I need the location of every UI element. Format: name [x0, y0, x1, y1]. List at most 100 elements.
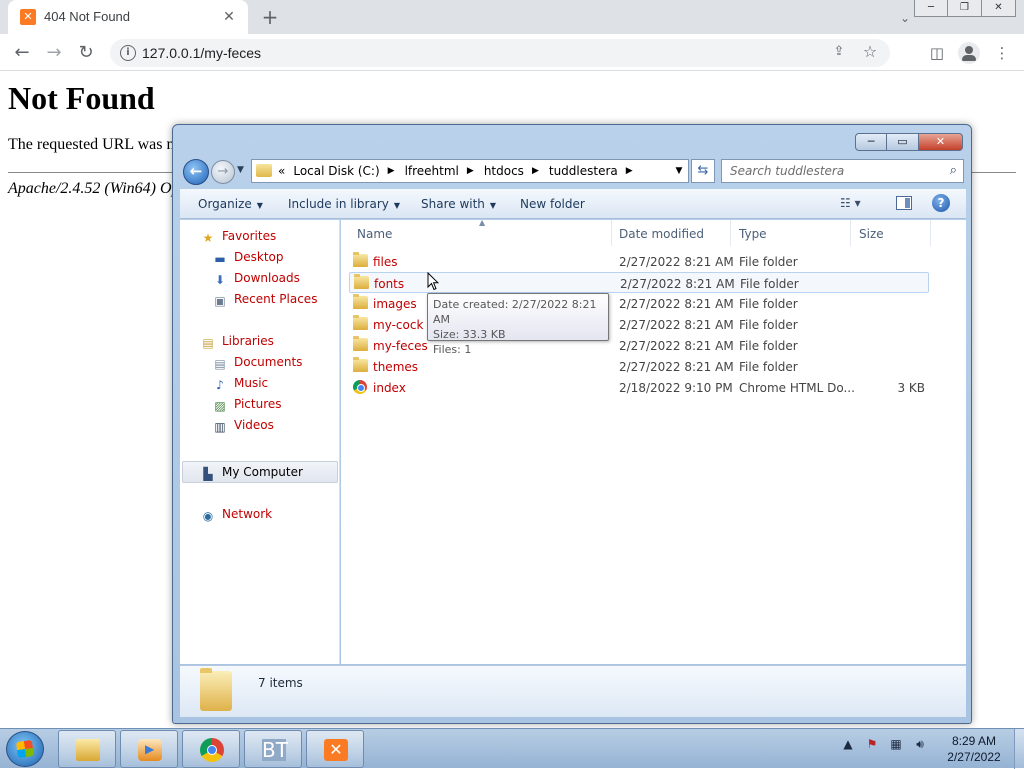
start-button[interactable]	[6, 731, 44, 767]
file-type: File folder	[739, 339, 798, 353]
nav-music[interactable]: ♪ Music	[212, 376, 268, 392]
refresh-icon[interactable]: ⇆	[691, 159, 715, 183]
close-icon[interactable]: ✕	[982, 0, 1016, 17]
nav-label: Network	[222, 507, 273, 521]
taskbar-media-player-button[interactable]	[120, 730, 178, 768]
change-view-icon[interactable]: ☷ ▾	[840, 196, 861, 210]
minimize-icon[interactable]: ─	[914, 0, 948, 17]
forward-arrow-icon[interactable]: →	[211, 160, 235, 184]
chrome-file-icon	[353, 380, 367, 394]
nav-label: Downloads	[234, 271, 300, 285]
volume-icon[interactable]: 🔊︎	[912, 737, 928, 752]
site-info-icon[interactable]: i	[120, 45, 136, 61]
share-icon[interactable]: ⇪	[830, 44, 848, 62]
taskbar-xampp-button[interactable]: ✕	[306, 730, 364, 768]
network-tray-icon[interactable]: ▦	[888, 737, 904, 752]
tab-close-icon[interactable]: ✕	[220, 8, 238, 26]
bookmark-star-icon[interactable]: ☆	[860, 42, 880, 62]
side-panel-icon[interactable]: ◫	[926, 42, 948, 64]
close-icon[interactable]: ✕	[919, 133, 963, 151]
breadcrumb-overflow[interactable]: «	[278, 164, 285, 178]
share-with-button[interactable]: Share with ▼	[421, 197, 496, 211]
recent-pages-icon[interactable]: ▼	[237, 165, 244, 175]
clock-time: 8:29 AM	[951, 734, 997, 748]
nav-recent-places[interactable]: ▣ Recent Places	[212, 292, 317, 308]
minimize-icon[interactable]: ─	[855, 133, 887, 151]
tab-search-icon[interactable]: ⌄	[895, 8, 915, 28]
forward-icon[interactable]: →	[42, 41, 66, 65]
table-row[interactable]: themes 2/27/2022 8:21 AM File folder	[349, 356, 921, 377]
xampp-icon: ✕	[324, 739, 348, 761]
taskbar-bt-button[interactable]: BT	[244, 730, 302, 768]
file-type: File folder	[739, 255, 798, 269]
browser-tab[interactable]: ✕ 404 Not Found ✕	[8, 0, 248, 34]
explorer-address-bar[interactable]: « Local Disk (C:) ▶ lfreehtml ▶ htdocs ▶…	[251, 159, 689, 183]
system-clock[interactable]: 8:29 AM 2/27/2022	[942, 733, 1006, 765]
maximize-icon[interactable]: ▭	[887, 133, 919, 151]
chevron-right-icon[interactable]: ▶	[532, 166, 539, 176]
reload-icon[interactable]: ↻	[74, 41, 98, 65]
table-row[interactable]: files 2/27/2022 8:21 AM File folder	[349, 251, 921, 272]
nav-downloads[interactable]: ⬇ Downloads	[212, 271, 300, 287]
back-arrow-icon[interactable]: ←	[183, 159, 209, 185]
column-header-size[interactable]: Size	[851, 220, 931, 246]
help-icon[interactable]: ?	[932, 194, 950, 212]
tooltip-date-created: Date created: 2/27/2022 8:21 AM	[433, 298, 597, 326]
taskbar-explorer-button[interactable]	[58, 730, 116, 768]
nav-my-computer[interactable]: ▙ My Computer	[200, 465, 303, 481]
chevron-right-icon[interactable]: ▶	[626, 166, 633, 176]
breadcrumb-htdocs[interactable]: htdocs	[484, 164, 524, 178]
restore-icon[interactable]: ❐	[948, 0, 982, 17]
breadcrumb-tuddlestera[interactable]: tuddlestera	[549, 164, 618, 178]
action-center-icon[interactable]: ⚑	[864, 737, 880, 752]
nav-libraries[interactable]: ▤ Libraries	[200, 334, 274, 350]
show-hidden-icons-icon[interactable]: ▲	[840, 737, 856, 752]
taskbar-chrome-button[interactable]	[182, 730, 240, 768]
search-input[interactable]: Search tuddlestera ⌕	[721, 159, 964, 183]
nav-label: Videos	[234, 418, 274, 432]
nav-label: My Computer	[222, 465, 303, 479]
chevron-right-icon[interactable]: ▶	[467, 166, 474, 176]
chevron-right-icon[interactable]: ▶	[388, 166, 395, 176]
pictures-icon: ▨	[214, 399, 226, 413]
breadcrumb-lfreehtml[interactable]: lfreehtml	[405, 164, 459, 178]
column-header-date[interactable]: Date modified	[611, 220, 731, 246]
back-icon[interactable]: ←	[10, 41, 34, 65]
table-row[interactable]: index 2/18/2022 9:10 PM Chrome HTML Do..…	[349, 377, 925, 398]
new-tab-icon[interactable]: +	[258, 5, 282, 29]
nav-desktop[interactable]: ▬ Desktop	[212, 250, 283, 266]
preview-pane-icon[interactable]	[896, 196, 912, 210]
address-bar[interactable]: i 127.0.0.1/my-feces ⇪ ☆	[110, 39, 890, 67]
browser-toolbar: ← → ↻ i 127.0.0.1/my-feces ⇪ ☆ ◫ ⋮	[0, 34, 1024, 71]
folder-icon	[353, 315, 368, 330]
nav-network[interactable]: ◉ Network	[200, 507, 272, 523]
nav-favorites[interactable]: ★ Favorites	[200, 229, 277, 245]
chevron-down-icon[interactable]: ▼	[672, 163, 686, 179]
chrome-icon	[200, 738, 224, 762]
computer-icon: ▙	[203, 467, 213, 481]
search-icon[interactable]: ⌕	[950, 163, 957, 178]
url-text[interactable]: 127.0.0.1/my-feces	[142, 45, 261, 61]
nav-videos[interactable]: ▥ Videos	[212, 418, 274, 434]
file-name: themes	[373, 360, 419, 374]
organize-button[interactable]: Organize ▼	[198, 197, 263, 211]
file-name: files	[373, 255, 398, 269]
chevron-down-icon: ▼	[489, 201, 497, 210]
breadcrumb-local-disk[interactable]: Local Disk (C:)	[293, 164, 379, 178]
file-type: File folder	[739, 360, 798, 374]
profile-icon[interactable]	[958, 42, 980, 64]
column-header-name[interactable]: Name ▲	[349, 218, 612, 246]
browser-tabstrip: ✕ 404 Not Found ✕ + ⌄ ─ ❐ ✕	[0, 0, 1024, 34]
column-header-type[interactable]: Type	[731, 220, 851, 246]
sort-ascending-icon: ▲	[479, 218, 486, 227]
nav-pictures[interactable]: ▨ Pictures	[212, 397, 281, 413]
chevron-down-icon: ▼	[256, 201, 263, 210]
folder-tooltip: Date created: 2/27/2022 8:21 AM Size: 33…	[427, 293, 609, 356]
include-in-library-button[interactable]: Include in library ▼	[288, 197, 400, 211]
new-folder-button[interactable]: New folder	[520, 197, 585, 211]
explorer-window: ─ ▭ ✕ ← → ▼ « Local Disk (C:) ▶ lfreehtm…	[172, 124, 972, 724]
nav-documents[interactable]: ▤ Documents	[212, 355, 302, 371]
file-name: my-feces	[373, 339, 428, 353]
show-desktop-button[interactable]	[1014, 729, 1024, 769]
menu-icon[interactable]: ⋮	[991, 42, 1013, 64]
